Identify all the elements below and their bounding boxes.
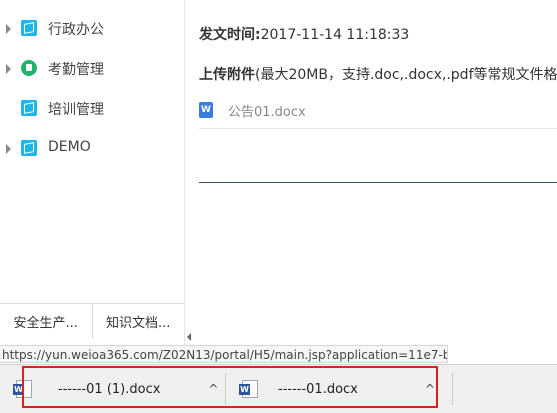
sidebar-item-attendance[interactable]: 考勤管理 xyxy=(0,57,184,81)
attachment-item[interactable]: W 公告01.docx xyxy=(199,99,306,121)
word-document-icon: W xyxy=(199,102,213,118)
word-document-icon xyxy=(239,380,258,398)
sidebar-item-label: DEMO xyxy=(48,139,91,155)
download-item[interactable]: ------01 (1).docx ^ xyxy=(13,369,221,409)
cube-icon xyxy=(21,20,37,36)
send-time-row: 发文时间:2017-11-14 11:18:33 xyxy=(199,24,409,44)
chevron-up-icon[interactable]: ^ xyxy=(205,382,221,396)
expand-caret-icon[interactable] xyxy=(6,24,11,34)
sidebar-item-training[interactable]: 培训管理 xyxy=(0,97,184,121)
attachment-name[interactable]: 公告01.docx xyxy=(228,101,306,120)
chevron-up-icon[interactable]: ^ xyxy=(422,382,438,396)
upload-attachment-row: 上传附件(最大20MB，支持.doc,.docx,.pdf等常规文件格式 xyxy=(199,64,557,84)
upload-attachment-label: 上传附件 xyxy=(199,67,255,83)
download-bar: ------01 (1).docx ^ ------01.docx ^ xyxy=(0,364,557,413)
main-content: 发文时间:2017-11-14 11:18:33 上传附件(最大20MB，支持.… xyxy=(185,0,557,345)
download-filename[interactable]: ------01.docx xyxy=(278,382,358,397)
download-filename[interactable]: ------01 (1).docx xyxy=(58,382,160,397)
sidebar-item-demo[interactable]: DEMO xyxy=(0,137,184,161)
attendance-icon xyxy=(21,60,37,76)
sidebar: 行政办公 考勤管理 培训管理 DEMO 安全生产... 知识文档... xyxy=(0,0,185,345)
download-item[interactable]: ------01.docx ^ xyxy=(239,369,438,409)
cube-icon xyxy=(21,140,37,156)
sidebar-item-label: 考勤管理 xyxy=(48,62,104,78)
status-bar-url: https://yun.weioa365.com/Z02N13/portal/H… xyxy=(0,345,448,363)
word-document-icon xyxy=(13,380,32,398)
separator xyxy=(225,373,226,405)
expand-caret-icon[interactable] xyxy=(6,144,11,154)
tab-knowledge-docs[interactable]: 知识文档... xyxy=(93,304,185,338)
sidebar-item-label: 行政办公 xyxy=(48,22,104,38)
divider xyxy=(199,128,557,129)
expand-caret-icon[interactable] xyxy=(6,64,11,74)
upload-attachment-hint: (最大20MB，支持.doc,.docx,.pdf等常规文件格式 xyxy=(255,67,557,83)
tab-safety-production[interactable]: 安全生产... xyxy=(0,304,93,338)
separator xyxy=(452,373,453,405)
sidebar-item-admin-office[interactable]: 行政办公 xyxy=(0,17,184,41)
divider xyxy=(199,182,557,183)
send-time-label: 发文时间: xyxy=(199,27,261,43)
sidebar-item-label: 培训管理 xyxy=(48,102,104,118)
send-time-value: 2017-11-14 11:18:33 xyxy=(260,27,410,43)
cube-icon xyxy=(21,100,37,116)
bottom-tab-bar: 安全生产... 知识文档... xyxy=(0,303,184,338)
